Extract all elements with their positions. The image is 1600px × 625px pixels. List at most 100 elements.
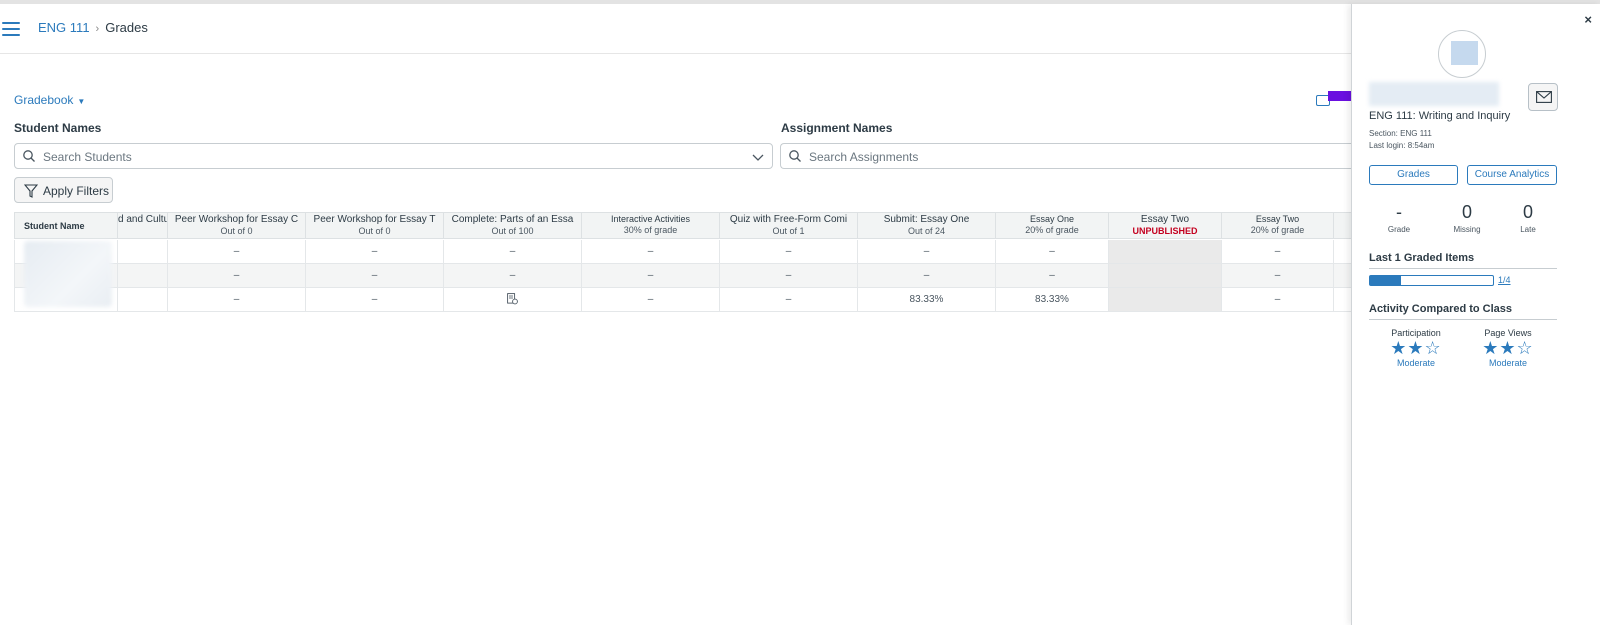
grade-cell[interactable]: – bbox=[720, 240, 858, 264]
search-icon bbox=[789, 150, 801, 162]
close-icon[interactable]: × bbox=[1584, 12, 1592, 27]
progress-fill bbox=[1370, 276, 1401, 285]
grade-cell[interactable] bbox=[1109, 264, 1222, 288]
grade-stat: - Grade bbox=[1379, 202, 1419, 234]
grade-value: - bbox=[1396, 202, 1402, 222]
divider bbox=[1369, 268, 1557, 269]
column-title: Essay Two bbox=[1140, 214, 1190, 225]
grade-cell[interactable]: – bbox=[168, 264, 306, 288]
unpublished-badge: UNPUBLISHED bbox=[1132, 226, 1198, 236]
column-title: Peer Workshop for Essay C bbox=[174, 214, 299, 225]
grade-cell[interactable]: – bbox=[582, 288, 720, 312]
column-subtitle: Out of 0 bbox=[220, 226, 253, 236]
column-header[interactable]: Peer Workshop for Essay C Out of 0 bbox=[168, 212, 306, 239]
column-title: Peer Workshop for Essay T bbox=[313, 214, 436, 225]
grade-cell[interactable]: – bbox=[1222, 288, 1334, 312]
grades-button[interactable]: Grades bbox=[1369, 165, 1458, 185]
grade-cell[interactable]: 83.33% bbox=[996, 288, 1109, 312]
grade-cell[interactable]: – bbox=[996, 240, 1109, 264]
grade-label: Grade bbox=[1387, 225, 1411, 234]
grade-cell[interactable]: – bbox=[306, 288, 444, 312]
grade-cell[interactable]: – bbox=[306, 264, 444, 288]
page-views-level[interactable]: Moderate bbox=[1473, 358, 1543, 368]
page-header: ENG 111 › Grades bbox=[0, 4, 1380, 54]
grade-cell[interactable]: – bbox=[168, 240, 306, 264]
column-header[interactable]: Quiz with Free-Form Comi Out of 1 bbox=[720, 212, 858, 239]
star-rating-icon: ★★☆ bbox=[1390, 338, 1442, 358]
grade-cell[interactable]: – bbox=[858, 264, 996, 288]
grade-cell[interactable] bbox=[118, 264, 168, 288]
breadcrumb-current: Grades bbox=[105, 20, 148, 35]
course-analytics-button[interactable]: Course Analytics bbox=[1467, 165, 1557, 185]
missing-label: Missing bbox=[1453, 225, 1481, 234]
search-icon bbox=[23, 150, 35, 162]
student-names-label: Student Names bbox=[14, 121, 102, 135]
column-header[interactable]: Peer Workshop for Essay T Out of 0 bbox=[306, 212, 444, 239]
participation-rating: Participation ★★☆ Moderate bbox=[1381, 328, 1451, 368]
chevron-down-icon[interactable] bbox=[752, 151, 764, 163]
column-title: Submit: Essay One bbox=[883, 214, 970, 225]
last-login: Last login: 8:54am bbox=[1369, 141, 1435, 150]
grade-cell[interactable]: – bbox=[444, 240, 582, 264]
graded-items-title: Last 1 Graded Items bbox=[1369, 252, 1475, 264]
student-search-placeholder: Search Students bbox=[43, 150, 132, 164]
grade-cell[interactable] bbox=[1109, 240, 1222, 264]
grade-cell[interactable] bbox=[118, 288, 168, 312]
column-header[interactable]: Submit: Essay One Out of 24 bbox=[858, 212, 996, 239]
column-title: Essay One bbox=[1029, 214, 1075, 224]
graded-items-fraction[interactable]: 1/4 bbox=[1498, 275, 1511, 285]
grade-cell[interactable]: – bbox=[582, 240, 720, 264]
grade-cell[interactable] bbox=[1109, 288, 1222, 312]
column-header[interactable]: Interactive Activities 30% of grade bbox=[582, 212, 720, 239]
student-name-header[interactable]: Student Name bbox=[14, 212, 118, 239]
apply-filters-button[interactable]: Apply Filters bbox=[14, 177, 113, 203]
star-rating-icon: ★★☆ bbox=[1482, 338, 1534, 358]
graded-items-progress bbox=[1369, 275, 1494, 286]
avatar bbox=[1438, 30, 1486, 78]
missing-value: 0 bbox=[1461, 202, 1472, 222]
student-search-field[interactable]: Search Students bbox=[14, 143, 773, 169]
section-info: Section: ENG 111 bbox=[1369, 129, 1432, 138]
participation-level[interactable]: Moderate bbox=[1381, 358, 1451, 368]
grade-cell[interactable]: – bbox=[1222, 240, 1334, 264]
column-header[interactable]: Essay Two 20% of grade bbox=[1222, 212, 1334, 239]
divider bbox=[1369, 319, 1557, 320]
grade-cell[interactable]: – bbox=[582, 264, 720, 288]
gradebook-menu[interactable]: Gradebook ▼ bbox=[14, 93, 85, 107]
student-names-redacted bbox=[24, 241, 112, 307]
student-name-redacted bbox=[1369, 82, 1499, 106]
grade-cell[interactable]: – bbox=[858, 240, 996, 264]
column-header[interactable]: Complete: Parts of an Essa Out of 100 bbox=[444, 212, 582, 239]
column-title: Interactive Activities bbox=[610, 214, 691, 224]
page-views-rating: Page Views ★★☆ Moderate bbox=[1473, 328, 1543, 368]
grade-cell[interactable]: – bbox=[720, 264, 858, 288]
column-subtitle: Out of 1 bbox=[772, 226, 805, 236]
breadcrumb-separator: › bbox=[95, 23, 100, 35]
grade-cell[interactable]: – bbox=[996, 264, 1109, 288]
grade-cell[interactable]: 83.33% bbox=[858, 288, 996, 312]
participation-label: Participation bbox=[1391, 328, 1441, 338]
grade-cell[interactable]: – bbox=[306, 240, 444, 264]
grade-cell[interactable] bbox=[444, 288, 582, 312]
column-header[interactable]: Essay One 20% of grade bbox=[996, 212, 1109, 239]
gradebook-menu-label: Gradebook bbox=[14, 93, 74, 107]
mail-icon bbox=[1536, 91, 1552, 103]
column-subtitle: 30% of grade bbox=[623, 225, 678, 235]
grade-cell[interactable]: – bbox=[720, 288, 858, 312]
assignment-names-label: Assignment Names bbox=[781, 121, 893, 135]
breadcrumb-course-link[interactable]: ENG 111 bbox=[38, 20, 90, 35]
student-name-header-label: Student Name bbox=[24, 221, 85, 231]
column-header[interactable]: d and Cultu bbox=[118, 212, 168, 239]
grade-cell[interactable]: – bbox=[444, 264, 582, 288]
student-context-tray: × ENG 111: Writing and Inquiry Section: … bbox=[1351, 4, 1600, 625]
hamburger-icon[interactable] bbox=[2, 22, 20, 36]
late-stat: 0 Late bbox=[1510, 202, 1546, 234]
grade-cell[interactable]: – bbox=[1222, 264, 1334, 288]
grade-cell[interactable] bbox=[118, 240, 168, 264]
assignment-search-field[interactable]: Search Assignments bbox=[780, 143, 1380, 169]
message-student-button[interactable] bbox=[1528, 83, 1558, 111]
activity-title: Activity Compared to Class bbox=[1369, 303, 1513, 315]
grade-cell[interactable]: – bbox=[168, 288, 306, 312]
late-label: Late bbox=[1520, 225, 1536, 234]
column-header[interactable]: Essay Two UNPUBLISHED bbox=[1109, 212, 1222, 239]
